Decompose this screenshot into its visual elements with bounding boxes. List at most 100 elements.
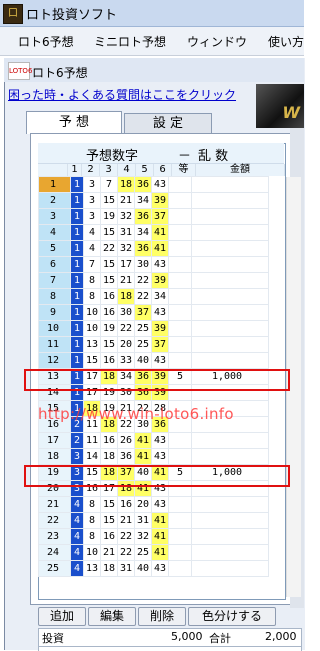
rank-cell[interactable] (168, 448, 192, 465)
number-cell[interactable]: 36 (134, 208, 152, 225)
number-cell[interactable]: 1 (70, 272, 84, 289)
number-cell[interactable]: 1 (70, 240, 84, 257)
number-cell[interactable]: 36 (134, 240, 152, 257)
number-cell[interactable]: 32 (117, 208, 135, 225)
number-cell[interactable]: 7 (83, 256, 101, 273)
number-cell[interactable]: 18 (100, 560, 118, 577)
amount-cell[interactable] (191, 448, 269, 465)
number-cell[interactable]: 14 (83, 448, 101, 465)
number-cell[interactable]: 3 (70, 448, 84, 465)
edit-button[interactable]: 編集 (88, 607, 136, 626)
number-cell[interactable]: 43 (151, 352, 169, 369)
number-cell[interactable]: 41 (151, 544, 169, 561)
amount-cell[interactable] (191, 176, 269, 193)
number-cell[interactable]: 19 (100, 208, 118, 225)
number-cell[interactable]: 1 (70, 224, 84, 241)
number-cell[interactable]: 37 (134, 304, 152, 321)
number-cell[interactable]: 18 (117, 288, 135, 305)
number-cell[interactable]: 36 (134, 176, 152, 193)
number-cell[interactable]: 21 (117, 512, 135, 529)
amount-cell[interactable] (191, 336, 269, 353)
number-cell[interactable]: 18 (100, 448, 118, 465)
rank-cell[interactable] (168, 432, 192, 449)
number-cell[interactable]: 39 (151, 272, 169, 289)
number-cell[interactable]: 19 (100, 320, 118, 337)
add-button[interactable]: 追加 (38, 607, 86, 626)
number-cell[interactable]: 30 (117, 304, 135, 321)
number-cell[interactable]: 3 (83, 176, 101, 193)
row-number[interactable]: 21 (38, 496, 71, 513)
amount-cell[interactable] (191, 496, 269, 513)
number-cell[interactable]: 4 (70, 496, 84, 513)
row-number[interactable]: 5 (38, 240, 71, 257)
number-cell[interactable]: 18 (117, 176, 135, 193)
number-cell[interactable]: 16 (100, 432, 118, 449)
number-cell[interactable]: 3 (83, 208, 101, 225)
row-number[interactable]: 22 (38, 512, 71, 529)
amount-cell[interactable] (191, 544, 269, 561)
header-col-5[interactable]: 5 (136, 164, 154, 176)
header-col-3[interactable]: 3 (100, 164, 118, 176)
number-cell[interactable]: 10 (83, 544, 101, 561)
tab-settings[interactable]: 設 定 (124, 113, 212, 134)
header-col-4[interactable]: 4 (118, 164, 136, 176)
number-cell[interactable]: 16 (100, 528, 118, 545)
number-cell[interactable]: 26 (117, 432, 135, 449)
number-cell[interactable]: 3 (83, 192, 101, 209)
number-cell[interactable]: 22 (117, 528, 135, 545)
number-cell[interactable]: 15 (83, 352, 101, 369)
number-cell[interactable]: 41 (151, 240, 169, 257)
rank-cell[interactable] (168, 256, 192, 273)
table-row[interactable]: 11 1 13 15 20 25 37 (38, 336, 269, 353)
number-cell[interactable]: 4 (83, 240, 101, 257)
rank-cell[interactable] (168, 224, 192, 241)
amount-cell[interactable] (191, 272, 269, 289)
number-cell[interactable]: 43 (151, 560, 169, 577)
table-row[interactable]: 1 1 3 7 18 36 43 (38, 176, 269, 193)
number-cell[interactable]: 40 (134, 560, 152, 577)
row-number[interactable]: 23 (38, 528, 71, 545)
row-number[interactable]: 2 (38, 192, 71, 209)
table-row[interactable]: 6 1 7 15 17 30 43 (38, 256, 269, 273)
number-cell[interactable]: 1 (70, 288, 84, 305)
number-cell[interactable]: 21 (117, 272, 135, 289)
rank-cell[interactable] (168, 528, 192, 545)
row-number[interactable]: 9 (38, 304, 71, 321)
number-cell[interactable]: 41 (151, 512, 169, 529)
number-cell[interactable]: 2 (70, 432, 84, 449)
number-cell[interactable]: 33 (117, 352, 135, 369)
number-cell[interactable]: 37 (151, 336, 169, 353)
number-cell[interactable]: 13 (83, 336, 101, 353)
header-col-1[interactable]: 1 (68, 164, 82, 176)
number-cell[interactable]: 25 (134, 320, 152, 337)
number-cell[interactable]: 1 (70, 256, 84, 273)
number-cell[interactable]: 22 (117, 544, 135, 561)
number-cell[interactable]: 41 (134, 448, 152, 465)
delete-button[interactable]: 削除 (138, 607, 186, 626)
number-cell[interactable]: 16 (100, 352, 118, 369)
number-cell[interactable]: 15 (100, 272, 118, 289)
number-cell[interactable]: 16 (100, 288, 118, 305)
help-faq-link[interactable]: 困った時・よくある質問はここをクリック (8, 86, 236, 103)
menu-window[interactable]: ウィンドウ (187, 33, 247, 50)
number-cell[interactable]: 17 (117, 256, 135, 273)
number-cell[interactable]: 8 (83, 272, 101, 289)
number-cell[interactable]: 43 (151, 432, 169, 449)
number-cell[interactable]: 1 (70, 320, 84, 337)
number-cell[interactable]: 8 (83, 496, 101, 513)
number-cell[interactable]: 13 (83, 560, 101, 577)
row-number[interactable]: 25 (38, 560, 71, 577)
number-cell[interactable]: 1 (70, 192, 84, 209)
number-cell[interactable]: 31 (117, 560, 135, 577)
number-cell[interactable]: 15 (100, 224, 118, 241)
rank-cell[interactable] (168, 512, 192, 529)
number-cell[interactable]: 8 (83, 528, 101, 545)
rank-cell[interactable] (168, 544, 192, 561)
table-row[interactable]: 21 4 8 15 16 20 43 (38, 496, 269, 513)
number-cell[interactable]: 1 (70, 352, 84, 369)
number-cell[interactable]: 7 (100, 176, 118, 193)
number-cell[interactable]: 34 (134, 192, 152, 209)
amount-cell[interactable] (191, 288, 269, 305)
rank-cell[interactable] (168, 272, 192, 289)
rank-cell[interactable] (168, 304, 192, 321)
